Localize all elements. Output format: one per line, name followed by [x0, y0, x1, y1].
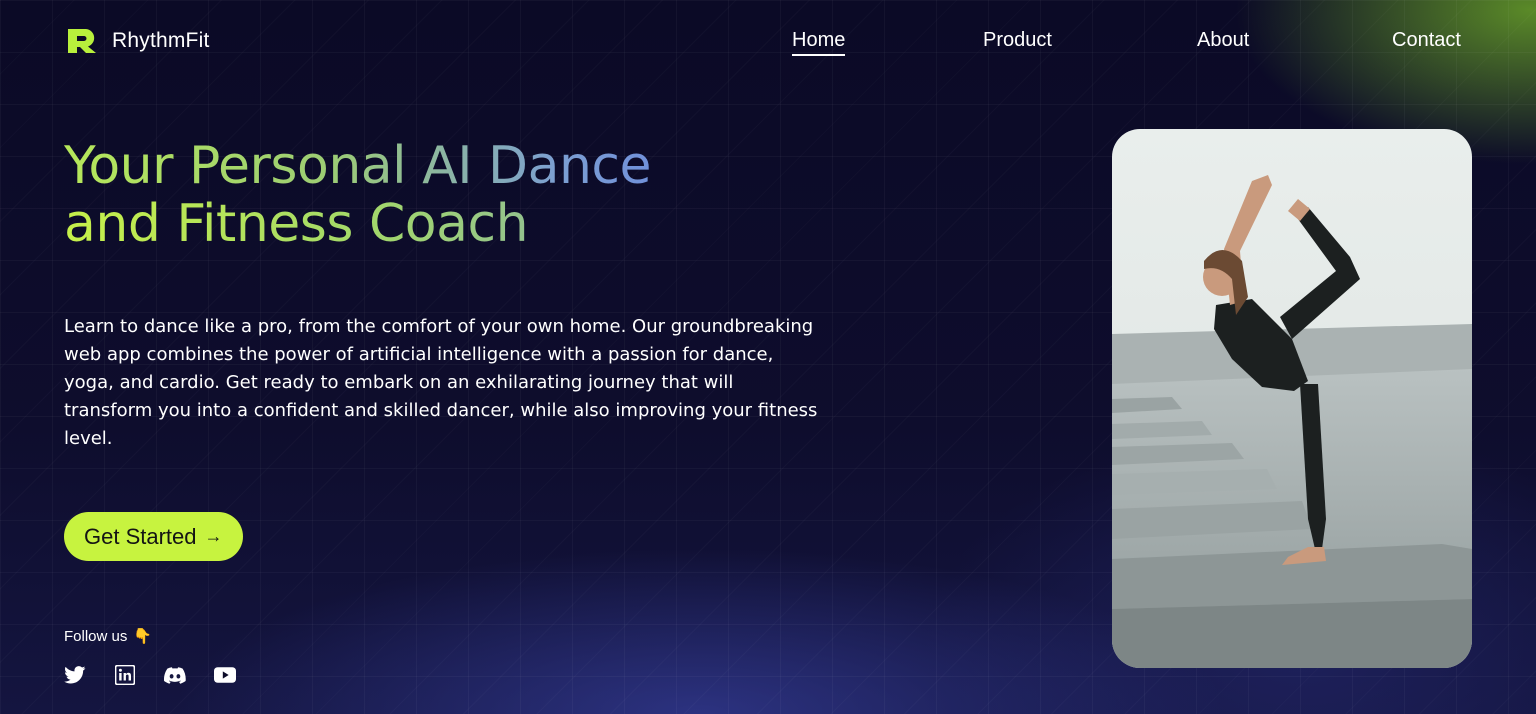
get-started-button[interactable]: Get Started →: [64, 512, 243, 561]
get-started-label: Get Started: [84, 523, 197, 549]
hero-title-line1: Your Personal AI Dance: [64, 137, 824, 195]
discord-link[interactable]: [164, 664, 186, 686]
brand-logo[interactable]: RhythmFit: [66, 27, 209, 55]
pointing-down-emoji: 👇: [133, 628, 153, 645]
logo-icon: [66, 27, 98, 55]
woman-yoga-pose-image: [1112, 129, 1472, 668]
hero-description: Learn to dance like a pro, from the comf…: [64, 316, 818, 449]
youtube-link[interactable]: [214, 664, 236, 686]
nav-home[interactable]: Home: [792, 27, 846, 56]
hero-title-line2: and Fitness Coach: [64, 195, 824, 253]
hero-title: Your Personal AI Dance and Fitness Coach: [64, 137, 824, 253]
main-nav: Home Product About Contact: [792, 27, 1472, 57]
discord-icon: [164, 666, 186, 684]
nav-contact[interactable]: Contact: [1392, 27, 1461, 53]
nav-product[interactable]: Product: [983, 27, 1052, 53]
brand-name: RhythmFit: [112, 29, 210, 52]
follow-us: Follow us 👇: [64, 627, 153, 646]
yoga-photo: [1112, 129, 1472, 668]
follow-us-label: Follow us: [64, 627, 128, 645]
youtube-icon: [214, 667, 236, 683]
arrow-right-icon: →: [204, 526, 223, 546]
twitter-icon: [64, 666, 86, 684]
nav-about[interactable]: About: [1197, 27, 1249, 53]
linkedin-link[interactable]: [114, 664, 136, 686]
twitter-link[interactable]: [64, 664, 86, 686]
linkedin-icon: [115, 665, 135, 685]
social-links: [64, 664, 236, 686]
